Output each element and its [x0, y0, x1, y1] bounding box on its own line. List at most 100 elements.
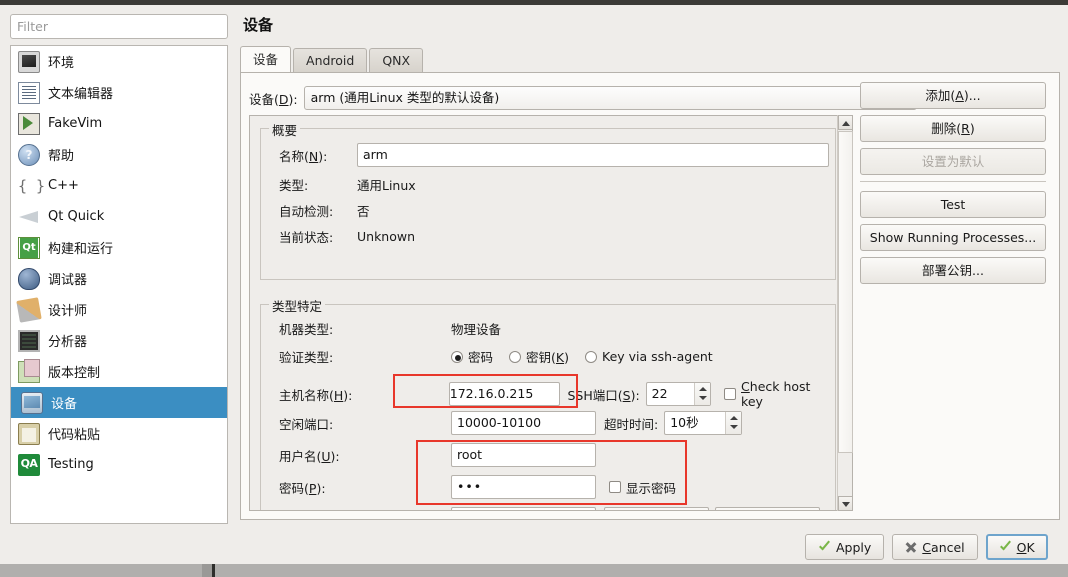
free-ports-input[interactable]: 10000-10100 [451, 411, 596, 435]
show-running-processes-button[interactable]: Show Running Processes... [860, 224, 1046, 251]
machine-type-value: 物理设备 [451, 322, 502, 337]
paper-plane-icon [18, 206, 40, 228]
text-document-icon [18, 81, 40, 104]
device-selector-row: 设备(D): arm (通用Linux 类型的默认设备) [249, 86, 917, 110]
check-icon [999, 541, 1012, 554]
sidebar-item-fakevim[interactable]: FakeVim [11, 108, 227, 139]
radio-key[interactable]: 密钥(K) [509, 347, 569, 366]
clipped-input[interactable] [451, 507, 596, 510]
sidebar-item-label: Qt Quick [48, 209, 105, 224]
show-password-checkbox[interactable]: 显示密码 [609, 478, 676, 497]
sidebar-item-label: 构建和运行 [48, 242, 114, 257]
username-input[interactable]: root [451, 443, 596, 467]
timeout-label: 超时时间: [604, 416, 659, 432]
timeout-spinbox[interactable]: 10秒 [664, 411, 743, 435]
summary-type-value: 通用Linux [357, 178, 416, 193]
password-row: 密码(P): ••• 显示密码 [279, 475, 676, 499]
scroll-up-button[interactable] [838, 115, 853, 130]
sidebar-item-help[interactable]: ? 帮助 [11, 139, 227, 170]
summary-autodetect-row: 自动检测: 否 [279, 201, 370, 220]
device-combobox[interactable]: arm (通用Linux 类型的默认设备) [303, 86, 917, 110]
hostname-input[interactable]: 172.16.0.215 [448, 382, 561, 406]
radio-ssh-agent[interactable]: Key via ssh-agent [585, 349, 713, 364]
set-as-default-button[interactable]: 设置为默认 [860, 148, 1046, 175]
tab-qnx[interactable]: QNX [369, 48, 424, 73]
sidebar-item-label: 代码粘贴 [48, 428, 101, 443]
caret-up-icon [842, 121, 850, 126]
hostname-label: 主机名称(H): [279, 387, 353, 403]
summary-group-title: 概要 [269, 120, 301, 139]
qt-build-icon [18, 236, 40, 259]
spin-down-icon[interactable] [730, 425, 739, 429]
scrollbar-thumb[interactable] [838, 131, 853, 453]
summary-status-row: 当前状态: Unknown [279, 227, 415, 246]
deploy-public-key-button[interactable]: 部署公钥... [860, 257, 1046, 284]
window-top-edge [0, 0, 1068, 5]
sidebar-item-testing[interactable]: QA Testing [11, 449, 227, 480]
sidebar-item-code-pasting[interactable]: 代码粘贴 [11, 418, 227, 449]
clipped-button-a[interactable] [604, 507, 709, 510]
radio-password-label: 密码 [468, 350, 494, 365]
sidebar-item-cpp[interactable]: { } C++ [11, 170, 227, 201]
settings-category-list[interactable]: 环境 文本编辑器 FakeVim ? 帮助 { } C++ Qt Quick 构… [10, 45, 228, 524]
application-window: Filter 环境 文本编辑器 FakeVim ? 帮助 { } C++ Qt … [0, 0, 1068, 577]
ok-button[interactable]: OK [985, 534, 1048, 560]
clipped-button-b[interactable] [715, 507, 820, 510]
username-row: 用户名(U): root [279, 443, 596, 467]
checkbox-box-icon [609, 481, 621, 493]
spinbox-buttons[interactable] [725, 412, 742, 434]
sidebar-item-environment[interactable]: 环境 [11, 46, 227, 77]
sidebar-item-designer[interactable]: 设计师 [11, 294, 227, 325]
device-details-scrollarea: 概要 名称(N): arm 类型: 通用Linux 自动检测: 否 当前状态: … [249, 115, 853, 511]
check-host-key-checkbox[interactable]: Check host key [724, 379, 835, 409]
summary-status-label: 当前状态: [279, 230, 334, 245]
spin-up-icon[interactable] [699, 387, 708, 391]
spinbox-buttons[interactable] [694, 383, 711, 405]
braces-icon: { } [18, 176, 46, 195]
tab-android[interactable]: Android [293, 48, 368, 73]
sidebar-item-label: 环境 [48, 56, 75, 71]
radio-password[interactable]: 密码 [451, 347, 493, 366]
summary-groupbox: 概要 名称(N): arm 类型: 通用Linux 自动检测: 否 当前状态: … [260, 120, 836, 280]
password-label: 密码(P): [279, 480, 326, 496]
radio-dot-icon [509, 350, 522, 363]
sidebar-item-analyzer[interactable]: 分析器 [11, 325, 227, 356]
documents-icon [18, 358, 40, 383]
spin-up-icon[interactable] [730, 416, 739, 420]
sidebar-item-label: FakeVim [48, 116, 103, 131]
tab-devices[interactable]: 设备 [240, 46, 292, 73]
summary-type-label: 类型: [279, 178, 309, 193]
caret-down-icon [842, 502, 850, 507]
ssh-port-value: 22 [651, 386, 668, 401]
ssh-port-spinbox[interactable]: 22 [645, 382, 712, 406]
password-input[interactable]: ••• [451, 475, 596, 499]
sidebar-item-build-and-run[interactable]: 构建和运行 [11, 232, 227, 263]
test-button[interactable]: Test [860, 191, 1046, 218]
auth-type-label: 验证类型: [279, 350, 334, 365]
sidebar-item-devices[interactable]: 设备 [11, 387, 227, 418]
add-device-button[interactable]: 添加(A)... [860, 82, 1046, 109]
spin-down-icon[interactable] [699, 396, 708, 400]
sidebar-item-text-editor[interactable]: 文本编辑器 [11, 77, 227, 108]
username-label: 用户名(U): [279, 448, 340, 464]
check-host-key-label: Check host key [741, 379, 811, 409]
clipped-bottom-row [279, 507, 820, 510]
device-name-input[interactable]: arm [357, 143, 829, 167]
checkbox-box-icon [724, 388, 737, 400]
sidebar-item-debugger[interactable]: 调试器 [11, 263, 227, 294]
check-icon [818, 541, 831, 554]
details-scrollbar[interactable] [837, 115, 853, 511]
summary-autodetect-value: 否 [357, 204, 370, 219]
help-question-icon: ? [18, 143, 40, 166]
status-bar-divider [212, 564, 215, 577]
scroll-down-button[interactable] [838, 496, 853, 511]
tab-bar[interactable]: 设备 Android QNX [240, 46, 425, 73]
apply-button[interactable]: Apply [805, 534, 885, 560]
sidebar-item-version-control[interactable]: 版本控制 [11, 356, 227, 387]
sidebar-item-qt-quick[interactable]: Qt Quick [11, 201, 227, 232]
cancel-button[interactable]: Cancel [892, 534, 978, 560]
sidebar-item-label: 分析器 [48, 335, 88, 350]
filter-input[interactable]: Filter [10, 14, 228, 39]
sidebar-item-label: Testing [48, 457, 94, 472]
remove-device-button[interactable]: 删除(R) [860, 115, 1046, 142]
